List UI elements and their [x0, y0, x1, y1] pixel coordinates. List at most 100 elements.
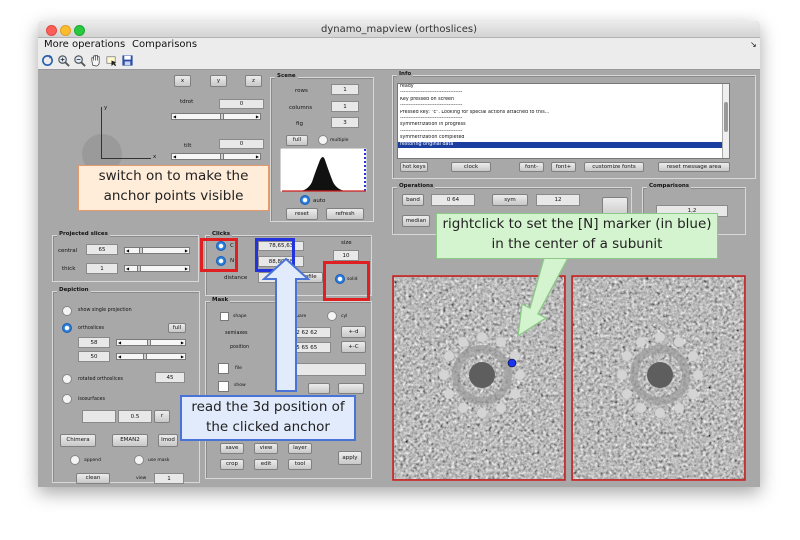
- reset-button[interactable]: reset: [286, 208, 318, 220]
- rows-field[interactable]: 1: [331, 84, 359, 95]
- slider-right-arrow-icon[interactable]: ▶: [256, 154, 259, 160]
- save-icon[interactable]: [121, 54, 134, 67]
- multiple-radio[interactable]: [318, 135, 328, 145]
- rotate-icon[interactable]: [41, 54, 54, 67]
- menu-more-operations[interactable]: More operations: [44, 38, 125, 52]
- slider-thumb[interactable]: [147, 340, 151, 345]
- isosurface-threshold-field[interactable]: 0.5: [118, 410, 152, 423]
- orthoslices-radio[interactable]: [62, 323, 72, 333]
- thick-field[interactable]: 1: [86, 263, 118, 274]
- menu-arrow-icon[interactable]: ↘: [750, 38, 757, 52]
- zoom-in-icon[interactable]: [57, 54, 70, 67]
- tdrot-slider[interactable]: ◀ ▶: [171, 113, 261, 120]
- rotated-angle-field[interactable]: 45: [155, 372, 185, 383]
- slice-b-slider[interactable]: ◀ ▶: [116, 353, 186, 360]
- mask-apply-button[interactable]: apply: [338, 451, 362, 465]
- mask-edit-button[interactable]: edit: [254, 459, 278, 470]
- file-checkbox[interactable]: [218, 363, 229, 374]
- shape-checkbox[interactable]: [220, 312, 229, 321]
- slider-left-arrow-icon[interactable]: ◀: [118, 340, 121, 346]
- slice-a-slider[interactable]: ◀ ▶: [116, 339, 186, 346]
- slider-right-arrow-icon[interactable]: ▶: [181, 354, 184, 360]
- refresh-button[interactable]: refresh: [326, 208, 364, 220]
- slider-thumb[interactable]: [139, 248, 143, 253]
- use-mask-radio[interactable]: [134, 455, 144, 465]
- mask-tool-button[interactable]: tool: [288, 459, 312, 470]
- show-single-projection-radio[interactable]: [62, 306, 72, 316]
- slider-left-arrow-icon[interactable]: ◀: [173, 154, 176, 160]
- isosurface-r-button[interactable]: r: [154, 410, 170, 423]
- customize-fonts-button[interactable]: customize fonts: [584, 162, 644, 172]
- slider-thumb[interactable]: [137, 266, 141, 271]
- append-radio[interactable]: [70, 455, 80, 465]
- columns-field[interactable]: 1: [331, 101, 359, 112]
- slider-right-arrow-icon[interactable]: ▶: [185, 266, 188, 272]
- sym-field[interactable]: 12: [536, 194, 580, 206]
- histogram-plot[interactable]: [280, 148, 367, 192]
- right-orthoslice[interactable]: [571, 275, 746, 481]
- view-x-button[interactable]: x: [174, 75, 191, 87]
- view-y-button[interactable]: y: [210, 75, 227, 87]
- plus-c-button[interactable]: +-C: [341, 341, 366, 353]
- band-field[interactable]: 0 64: [431, 194, 475, 206]
- sym-button[interactable]: sym: [492, 194, 528, 206]
- show-checkbox[interactable]: [218, 381, 229, 392]
- slider-left-arrow-icon[interactable]: ◀: [126, 266, 129, 272]
- central-field[interactable]: 65: [86, 244, 118, 255]
- clock-button[interactable]: clock: [451, 162, 491, 172]
- pan-hand-icon[interactable]: [89, 54, 102, 67]
- info-scrollbar[interactable]: [722, 84, 729, 158]
- n-marker[interactable]: [507, 358, 517, 368]
- thick-slider[interactable]: ◀ ▶: [124, 265, 190, 272]
- orthoslices-full-button[interactable]: full: [168, 323, 186, 333]
- slice-b-field[interactable]: 50: [78, 351, 110, 362]
- full-button[interactable]: full: [286, 135, 308, 146]
- plus-d-button[interactable]: +-d: [341, 326, 366, 338]
- median-button[interactable]: median: [402, 215, 430, 227]
- slider-thumb[interactable]: [143, 354, 147, 359]
- isosurfaces-radio[interactable]: [62, 394, 72, 404]
- slider-right-arrow-icon[interactable]: ▶: [256, 114, 259, 120]
- data-cursor-icon[interactable]: [105, 54, 118, 67]
- view-count-field[interactable]: 1: [154, 473, 184, 484]
- use-mask-label: use mask: [148, 458, 170, 463]
- mask-save-button[interactable]: save: [220, 443, 244, 454]
- chimera-button[interactable]: Chimera: [60, 434, 96, 447]
- clean-button[interactable]: clean: [76, 473, 110, 484]
- font-minus-button[interactable]: font-: [519, 162, 544, 172]
- mask-view-button[interactable]: view: [254, 443, 278, 454]
- imod-button[interactable]: Imod: [158, 434, 178, 447]
- font-plus-button[interactable]: font+: [551, 162, 576, 172]
- scrollbar-thumb[interactable]: [724, 102, 728, 132]
- zoom-out-icon[interactable]: [73, 54, 86, 67]
- mask-crop-button[interactable]: crop: [220, 459, 244, 470]
- slider-left-arrow-icon[interactable]: ◀: [173, 114, 176, 120]
- eman2-button[interactable]: EMAN2: [112, 434, 148, 447]
- tilt-slider[interactable]: ◀ ▶: [171, 153, 261, 160]
- fig-field[interactable]: 3: [331, 117, 359, 128]
- slice-a-field[interactable]: 58: [78, 337, 110, 348]
- slider-thumb[interactable]: [220, 154, 224, 159]
- mask-layer-button[interactable]: layer: [288, 443, 312, 454]
- isosurface-empty-field[interactable]: [82, 410, 116, 423]
- cyl-radio[interactable]: [327, 311, 337, 321]
- slider-right-arrow-icon[interactable]: ▶: [181, 340, 184, 346]
- slider-thumb[interactable]: [220, 114, 224, 119]
- reset-message-area-button[interactable]: reset message area: [658, 162, 730, 172]
- tdrot-field[interactable]: 0: [219, 99, 264, 109]
- view-z-button[interactable]: z: [245, 75, 262, 87]
- slider-left-arrow-icon[interactable]: ◀: [118, 354, 121, 360]
- slider-left-arrow-icon[interactable]: ◀: [126, 248, 129, 254]
- band-button[interactable]: band: [402, 194, 424, 206]
- central-slider[interactable]: ◀ ▶: [124, 247, 190, 254]
- slider-right-arrow-icon[interactable]: ▶: [185, 248, 188, 254]
- menu-bar: More operations Comparisons ↘: [38, 38, 760, 52]
- mask-option-button[interactable]: [338, 383, 364, 394]
- hot-keys-button[interactable]: hot keys: [400, 162, 428, 172]
- info-message-area[interactable]: ready ----------------------------------…: [397, 83, 730, 159]
- tilt-field[interactable]: 0: [219, 139, 264, 149]
- menu-comparisons[interactable]: Comparisons: [132, 38, 197, 52]
- auto-radio[interactable]: [300, 195, 310, 205]
- rotated-orthoslices-radio[interactable]: [62, 374, 72, 384]
- size-field[interactable]: 10: [333, 250, 359, 261]
